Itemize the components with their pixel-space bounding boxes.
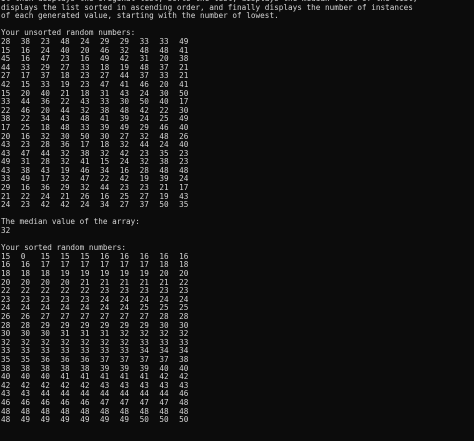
unsorted-numbers-grid: 28 38 23 48 24 29 29 33 33 49 15 16 24 40 20 46 32 48 48 41… [0, 37, 474, 210]
number-row: 18 18 18 19 19 19 19 19 20 20 [0, 269, 474, 279]
number-row: 24 24 24 24 24 24 24 25 25 25 [0, 304, 474, 313]
number-row: 27 17 37 18 23 27 44 37 33 21 [0, 72, 474, 81]
number-cell: 24 [1, 200, 11, 210]
number-row: 33 49 17 32 47 22 42 19 39 24 [0, 175, 474, 184]
number-row: 20 16 32 30 50 30 27 32 48 26 [0, 132, 474, 142]
number-row: 49 31 28 32 41 15 24 32 38 23 [0, 158, 474, 167]
number-row: 15 16 24 40 20 46 32 48 48 41 [0, 46, 474, 56]
number-row: 33 33 33 33 33 33 33 34 34 34 [0, 347, 474, 356]
number-cell: 42 [40, 200, 50, 210]
intro-text: It then displays the original list, sort… [0, 0, 474, 21]
median-value: 32 [1, 226, 11, 236]
number-row: 20 20 20 20 21 21 21 21 21 22 [0, 278, 474, 288]
number-row: 29 16 36 29 32 44 23 23 21 17 [0, 183, 474, 193]
number-row: 26 26 27 27 27 27 27 27 28 28 [0, 312, 474, 322]
number-row: 46 46 46 46 46 47 47 47 47 48 [0, 398, 474, 408]
number-cell: 50 [159, 415, 169, 425]
number-row: 22 22 22 22 22 23 23 23 23 23 [0, 287, 474, 296]
number-row: 15 0 15 15 15 16 16 16 16 16 [0, 252, 474, 262]
number-cell: 35 [179, 200, 189, 210]
number-row: 43 43 44 44 44 44 44 44 44 46 [0, 390, 474, 399]
number-row: 40 40 40 41 41 41 41 41 42 42 [0, 373, 474, 382]
number-cell: 49 [99, 415, 110, 425]
number-row: 42 42 42 42 42 43 43 43 43 43 [0, 381, 474, 391]
number-row: 43 23 28 36 17 18 32 44 24 40 [0, 140, 474, 150]
number-cell: 49 [119, 415, 130, 425]
number-cell: 50 [139, 415, 149, 425]
number-row: 15 20 40 21 18 31 43 24 30 50 [0, 89, 474, 99]
number-row: 17 25 18 48 33 39 49 29 46 40 [0, 123, 474, 133]
number-row: 48 48 48 48 48 48 48 48 48 48 [0, 407, 474, 417]
number-row: 43 47 44 32 38 32 42 23 35 23 [0, 149, 474, 159]
number-cell: 49 [40, 415, 50, 425]
number-cell: 37 [139, 200, 149, 210]
number-row: 43 38 43 19 46 34 16 28 48 48 [0, 166, 474, 176]
number-cell: 50 [179, 415, 189, 425]
median-heading: The median value of the array: [1, 217, 140, 227]
number-cell: 48 [1, 415, 11, 425]
number-cell: 42 [60, 200, 70, 210]
number-cell: 24 [80, 200, 90, 210]
number-row: 44 33 29 27 33 18 19 48 37 21 [0, 63, 474, 73]
number-row: 28 28 29 29 29 29 29 29 30 30 [0, 321, 474, 331]
number-cell: 49 [20, 415, 31, 425]
number-cell: 34 [99, 200, 110, 210]
number-row: 16 16 17 17 17 17 17 17 18 18 [0, 261, 474, 270]
number-row: 38 38 38 38 38 39 39 39 40 40 [0, 364, 474, 374]
number-row: 33 44 36 22 43 33 30 50 40 17 [0, 98, 474, 107]
number-cell: 27 [119, 200, 130, 210]
number-row: 35 35 36 36 36 37 37 37 37 38 [0, 355, 474, 365]
number-cell: 49 [60, 415, 70, 425]
number-row: 28 38 23 48 24 29 29 33 33 49 [0, 37, 474, 47]
unsorted-heading: Your unsorted random numbers: [1, 28, 136, 38]
number-row: 48 49 49 49 49 49 49 50 50 50 [0, 415, 474, 425]
number-cell: 23 [20, 200, 31, 210]
intro-line: of each generated value, starting with t… [1, 11, 279, 21]
sorted-heading: Your sorted random numbers: [1, 243, 126, 253]
number-row: 22 46 20 44 32 38 48 42 22 30 [0, 106, 474, 116]
number-row: 23 23 23 23 23 24 24 24 24 24 [0, 295, 474, 305]
sorted-numbers-grid: 15 0 15 15 15 16 16 16 16 16 16 16 17 17 17 17 17 17 18 18 1… [0, 252, 474, 425]
number-row: 38 22 34 43 48 41 39 24 25 49 [0, 115, 474, 124]
number-cell: 49 [80, 415, 90, 425]
number-row: 30 30 30 31 31 31 32 32 32 32 [0, 330, 474, 339]
console-window[interactable]: It then displays the original list, sort… [0, 0, 474, 441]
number-row: 32 32 32 32 32 32 32 33 33 33 [0, 338, 474, 348]
number-row: 42 15 33 19 23 47 41 46 20 41 [0, 80, 474, 90]
number-row: 45 16 47 23 16 49 42 31 20 38 [0, 55, 474, 64]
number-row: 24 23 42 42 24 34 27 37 50 35 [0, 201, 474, 210]
number-row: 21 22 24 21 26 16 25 27 19 43 [0, 192, 474, 202]
number-cell: 50 [159, 200, 169, 210]
